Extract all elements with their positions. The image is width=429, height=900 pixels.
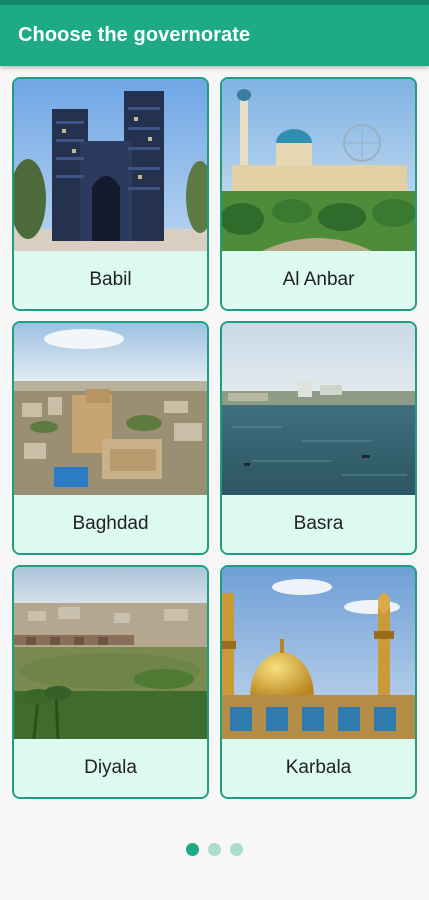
ishtar-gate-photo <box>14 79 207 251</box>
governorate-card-diyala[interactable]: Diyala <box>12 565 209 799</box>
governorate-grid: Babil Al Anbar Baghdad Basra Diyala Karb… <box>12 77 417 799</box>
app-bar: Choose the governorate <box>0 5 429 66</box>
governorate-card-baghdad[interactable]: Baghdad <box>12 321 209 555</box>
governorate-label: Diyala <box>14 739 207 797</box>
page-indicator-dot-2[interactable] <box>208 843 221 856</box>
governorate-label: Babil <box>14 251 207 309</box>
golden-dome-shrine-photo <box>222 567 415 739</box>
page-title: Choose the governorate <box>18 24 251 46</box>
governorate-label: Al Anbar <box>222 251 415 309</box>
governorate-label: Baghdad <box>14 495 207 553</box>
page-indicator-dot-1[interactable] <box>186 843 199 856</box>
governorate-card-al-anbar[interactable]: Al Anbar <box>220 77 417 311</box>
river-waterfront-photo <box>222 323 415 495</box>
mosque-park-photo <box>222 79 415 251</box>
governorate-card-karbala[interactable]: Karbala <box>220 565 417 799</box>
governorate-card-babil[interactable]: Babil <box>12 77 209 311</box>
governorate-label: Basra <box>222 495 415 553</box>
river-bridge-town-photo <box>14 567 207 739</box>
page-indicator <box>0 843 429 856</box>
governorate-card-basra[interactable]: Basra <box>220 321 417 555</box>
governorate-label: Karbala <box>222 739 415 797</box>
page-indicator-dot-3[interactable] <box>230 843 243 856</box>
city-aerial-photo <box>14 323 207 495</box>
